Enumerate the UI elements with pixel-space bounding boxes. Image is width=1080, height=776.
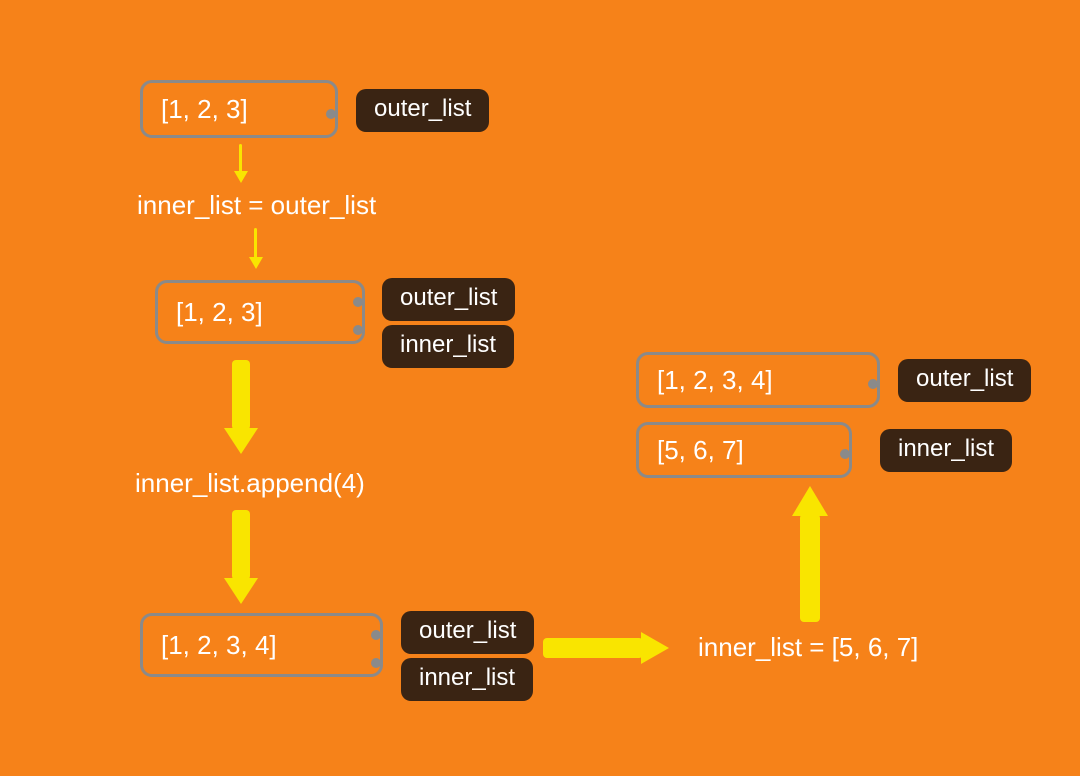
list-box-final-inner: [5, 6, 7]: [636, 422, 852, 478]
arrow-right-1: [543, 638, 643, 658]
var-tag-outer: outer_list: [401, 611, 534, 654]
connector-dot: [868, 379, 878, 389]
list-value: [1, 2, 3]: [176, 297, 263, 328]
var-tag-outer: outer_list: [356, 89, 489, 132]
connector-dot: [840, 449, 850, 459]
list-box-step3: [1, 2, 3]: [155, 280, 365, 344]
var-tag-outer: outer_list: [898, 359, 1031, 402]
code-append: inner_list.append(4): [135, 468, 365, 499]
list-value: [1, 2, 3]: [161, 94, 248, 125]
connector-dot: [326, 109, 336, 119]
connector-dot: [371, 630, 381, 640]
code-assign-1: inner_list = outer_list: [137, 190, 376, 221]
var-tag-inner: inner_list: [880, 429, 1012, 472]
arrow-down-1: [239, 144, 242, 172]
arrow-down-4: [232, 510, 250, 580]
arrow-down-2: [254, 228, 257, 258]
var-tag-inner: inner_list: [401, 658, 533, 701]
list-value: [1, 2, 3, 4]: [657, 365, 773, 396]
arrow-down-3: [232, 360, 250, 430]
connector-dot: [371, 658, 381, 668]
diagram-canvas: { "boxes": { "step1": "[1, 2, 3]", "step…: [0, 0, 1080, 776]
connector-dot: [353, 325, 363, 335]
var-tag-inner: inner_list: [382, 325, 514, 368]
code-assign-2: inner_list = [5, 6, 7]: [698, 632, 918, 663]
list-value: [5, 6, 7]: [657, 435, 744, 466]
list-value: [1, 2, 3, 4]: [161, 630, 277, 661]
list-box-step1: [1, 2, 3]: [140, 80, 338, 138]
list-box-final-outer: [1, 2, 3, 4]: [636, 352, 880, 408]
list-box-step5: [1, 2, 3, 4]: [140, 613, 383, 677]
arrow-up-1: [800, 514, 820, 622]
connector-dot: [353, 297, 363, 307]
var-tag-outer: outer_list: [382, 278, 515, 321]
